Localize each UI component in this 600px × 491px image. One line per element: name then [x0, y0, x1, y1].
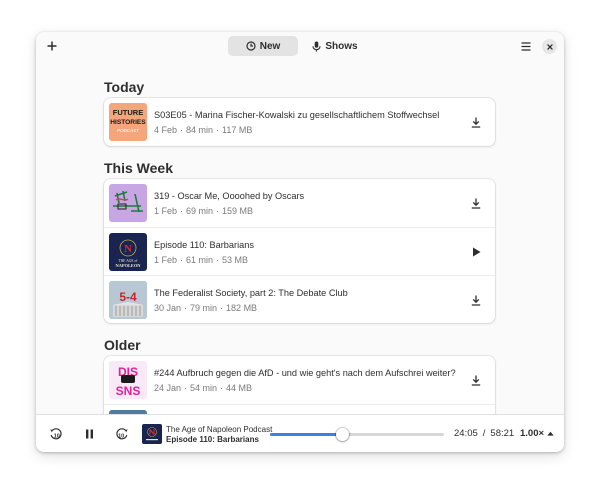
episode-size: 182 MB	[226, 303, 258, 313]
pause-button[interactable]	[80, 425, 98, 443]
episode-list-this-week: 319 - Oscar Me, Oooohed by Oscars 1 Feb ·…	[104, 179, 495, 323]
playback-progress-slider[interactable]	[270, 428, 444, 441]
episode-date: 24 Jan	[154, 383, 182, 393]
rewind-button[interactable]: 10	[47, 425, 65, 443]
cover-art-age-of-napoleon: N THE AGE of NAPOLEON	[109, 233, 147, 271]
episode-meta: 24 Jan · 54 min · 44 MB	[154, 383, 253, 393]
cover-text: 5-4	[119, 290, 137, 304]
episode-date: 4 Feb	[154, 125, 178, 135]
episode-duration: 84 min	[186, 125, 214, 135]
rewind-label: 10	[54, 434, 60, 440]
episode-duration: 79 min	[190, 303, 218, 313]
episode-meta: 4 Feb · 84 min · 117 MB	[154, 125, 253, 135]
episode-row[interactable]: 319 - Oscar Me, Oooohed by Oscars 1 Feb ·…	[104, 179, 495, 227]
close-button[interactable]	[542, 39, 557, 54]
download-icon	[471, 198, 481, 209]
episode-duration: 61 min	[186, 255, 214, 265]
download-button[interactable]	[467, 371, 485, 389]
clock-icon	[246, 41, 256, 51]
tab-new[interactable]: New	[228, 36, 298, 56]
episode-meta: 1 Feb · 61 min · 53 MB	[154, 255, 249, 265]
episode-size: 44 MB	[226, 383, 253, 393]
play-button[interactable]	[467, 243, 485, 261]
section-title-today: Today	[104, 79, 145, 95]
play-icon	[472, 247, 480, 257]
download-icon	[471, 117, 481, 128]
now-playing-cover-art	[142, 424, 162, 444]
cover-caption-2: NAPOLEON	[116, 263, 142, 268]
cover-art-oscar	[109, 184, 147, 222]
pause-icon	[85, 429, 93, 439]
episode-title: S03E05 - Marina Fischer-Kowalski zu gese…	[154, 110, 440, 120]
episode-title: #244 Aufbruch gegen die AfD - und wie ge…	[154, 368, 456, 378]
playback-time: 24:05 / 58:21	[454, 428, 514, 439]
episode-duration: 69 min	[186, 206, 214, 216]
view-switcher: New Shows	[228, 36, 370, 56]
episode-title: The Federalist Society, part 2: The Deba…	[154, 288, 348, 298]
episode-size: 53 MB	[222, 255, 249, 265]
player-bar: 10 10 The Age of Napoleon Podcast Episod…	[36, 414, 564, 452]
cover-text-2: SNS	[116, 384, 141, 398]
section-title-this-week: This Week	[104, 160, 173, 176]
episode-meta: 1 Feb · 69 min · 159 MB	[154, 206, 254, 216]
microphone-icon	[312, 41, 321, 52]
progress-fill	[270, 433, 342, 436]
episode-date: 30 Jan	[154, 303, 182, 313]
playback-speed-label: 1.00×	[520, 428, 545, 439]
playback-speed-button[interactable]: 1.00×	[520, 428, 554, 439]
section-title-older: Older	[104, 337, 141, 353]
close-icon	[546, 43, 553, 50]
episode-title: 319 - Oscar Me, Oooohed by Oscars	[154, 191, 305, 201]
download-button[interactable]	[467, 113, 485, 131]
tab-shows-label: Shows	[325, 40, 358, 52]
cover-art-future-histories: FUTURE HISTORIES PODCAST	[109, 103, 147, 141]
episode-row[interactable]: N THE AGE of NAPOLEON Episode 110: Barba…	[104, 227, 495, 275]
time-separator: /	[482, 428, 486, 439]
episode-row[interactable]: 5-4 The Federalist Society, part 2: The …	[104, 275, 495, 323]
progress-knob[interactable]	[335, 428, 349, 441]
elapsed-time: 24:05	[454, 428, 478, 439]
download-button[interactable]	[467, 291, 485, 309]
main-menu-button[interactable]	[516, 36, 536, 56]
cover-text-1: FUTURE	[113, 108, 143, 117]
tab-new-label: New	[259, 40, 281, 52]
header-bar: New Shows	[36, 32, 564, 60]
download-icon	[471, 295, 481, 306]
skip-forward-button[interactable]: 10	[113, 425, 131, 443]
episode-meta: 30 Jan · 79 min · 182 MB	[154, 303, 258, 313]
skip-forward-icon: 10	[116, 428, 128, 440]
now-playing-show: The Age of Napoleon Podcast	[166, 425, 273, 434]
add-show-button[interactable]	[42, 36, 62, 56]
episode-row[interactable]: DIS SNS #244 Aufbruch gegen die AfD - un…	[104, 356, 495, 404]
rewind-icon: 10	[50, 428, 62, 440]
download-button[interactable]	[467, 194, 485, 212]
cover-letter: N	[124, 243, 132, 255]
app-window: New Shows Today FUTURE HISTORIES PODCAST	[36, 32, 564, 452]
cover-text-2: HISTORIES	[110, 119, 146, 126]
total-time: 58:21	[490, 428, 515, 439]
plus-icon	[47, 41, 57, 51]
cover-art-five-four: 5-4	[109, 281, 147, 319]
episode-list-today: FUTURE HISTORIES PODCAST S03E05 - Marina…	[104, 98, 495, 146]
episode-size: 117 MB	[222, 125, 253, 135]
forward-label: 10	[118, 434, 124, 440]
episode-row[interactable]: FUTURE HISTORIES PODCAST S03E05 - Marina…	[104, 98, 495, 146]
tab-shows[interactable]: Shows	[300, 36, 370, 56]
download-icon	[471, 375, 481, 386]
episode-title: Episode 110: Barbarians	[154, 240, 254, 250]
chevron-up-icon	[547, 431, 554, 436]
hamburger-menu-icon	[521, 41, 531, 51]
episode-date: 1 Feb	[154, 206, 178, 216]
cover-text-3: PODCAST	[117, 128, 140, 133]
cover-art-dissens: DIS SNS	[109, 361, 147, 399]
episode-duration: 54 min	[190, 383, 218, 393]
episode-date: 1 Feb	[154, 255, 178, 265]
episode-size: 159 MB	[222, 206, 254, 216]
now-playing-episode: Episode 110: Barbarians	[166, 435, 259, 444]
